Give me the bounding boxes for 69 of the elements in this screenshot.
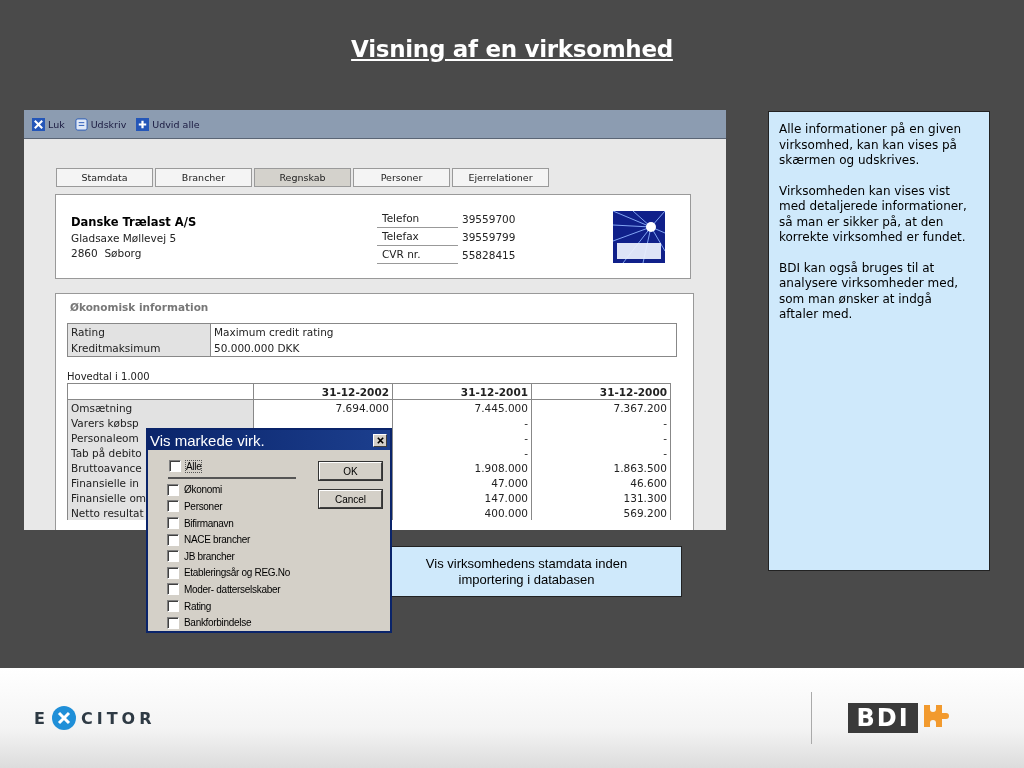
- checkbox[interactable]: [167, 550, 179, 563]
- table-cell: 7.445.000: [392, 399, 532, 415]
- checkbox-row[interactable]: Bankforbindelse: [167, 614, 317, 631]
- checkbox[interactable]: [167, 500, 179, 513]
- detail-label: Telefon: [377, 209, 458, 228]
- toolbar-button[interactable]: Luk: [32, 117, 65, 131]
- plus-icon: [136, 117, 150, 131]
- tab[interactable]: Brancher: [155, 168, 252, 187]
- checkbox[interactable]: [167, 483, 179, 496]
- close-icon: [32, 117, 45, 131]
- table-cell: 131.300: [531, 490, 671, 505]
- tab[interactable]: Ejerrelationer: [452, 168, 549, 187]
- checkbox-row[interactable]: JB brancher: [167, 547, 317, 565]
- checkbox[interactable]: [167, 566, 179, 579]
- tab[interactable]: Regnskab: [254, 168, 351, 187]
- checkbox-row[interactable]: Etableringsår og REG.No: [167, 564, 317, 582]
- table-cell: -: [531, 445, 671, 460]
- column-header: 31-12-2002: [253, 383, 393, 400]
- table-cell: -: [531, 415, 671, 430]
- checkbox-row[interactable]: Moder- datterselskaber: [167, 581, 317, 598]
- detail-label: CVR nr.: [377, 245, 458, 264]
- company-name: Danske Trælast A/S: [71, 214, 198, 229]
- detail-value: 39559799: [461, 230, 516, 243]
- cancel-button[interactable]: Cancel: [319, 490, 382, 508]
- table-cell: 569.200: [531, 505, 671, 520]
- table-caption: Hovedtal i 1.000: [67, 371, 151, 382]
- detail-label: Telefax: [377, 227, 458, 246]
- company-address: Gladsaxe Møllevej 5: [71, 231, 178, 244]
- section-title: Økonomisk information: [70, 301, 210, 313]
- table-cell: 50.000.000 DKK: [210, 340, 677, 357]
- logo-text: BDI: [848, 703, 918, 733]
- toolbar-button[interactable]: Udskriv: [74, 117, 127, 131]
- close-icon: [375, 435, 385, 445]
- company-city: 2860 Søborg: [71, 246, 143, 259]
- table-cell: 46.600: [531, 475, 671, 490]
- close-button[interactable]: [373, 433, 387, 447]
- tab[interactable]: Personer: [353, 168, 450, 187]
- table-cell: Kreditmaksimum: [67, 340, 211, 357]
- checkbox[interactable]: [167, 583, 179, 596]
- checkbox[interactable]: [167, 517, 179, 530]
- tab[interactable]: Stamdata: [56, 168, 153, 187]
- document-icon: [74, 117, 88, 131]
- table-cell: Maximum credit rating: [210, 323, 677, 340]
- note-paragraph: Alle informationer på en given virksomhed, kan kan vises på skærmen og udskrives.: [779, 122, 963, 169]
- table-cell: Rating: [67, 323, 211, 340]
- logo-text: CITOR: [80, 708, 156, 728]
- column-header: 31-12-2000: [531, 383, 671, 400]
- checkbox[interactable]: [169, 460, 181, 473]
- table-cell: 1.863.500: [531, 460, 671, 475]
- checkbox-row[interactable]: NACE brancher: [167, 531, 317, 548]
- checkbox[interactable]: [167, 600, 179, 613]
- detail-value: 55828415: [461, 248, 516, 261]
- logo-drawing: [613, 210, 666, 263]
- column-header: 31-12-2001: [392, 383, 532, 400]
- x-circle-icon: [51, 706, 76, 730]
- ok-button[interactable]: OK: [319, 462, 382, 480]
- checkbox[interactable]: [167, 616, 179, 629]
- logo-text: E: [34, 708, 49, 728]
- note-paragraph: Virksomheden kan vises vist med detaljerede informationer, så man er sikker på, at den korrekte virksomhed er fundet.: [779, 183, 968, 246]
- table-cell: 7.367.200: [531, 399, 671, 415]
- table-cell: -: [531, 430, 671, 445]
- slide-title: Visning af en virksomhed: [351, 36, 673, 62]
- toolbar-button[interactable]: Udvid alle: [136, 117, 200, 131]
- checkbox[interactable]: [167, 533, 179, 546]
- callout-text: Vis virksomhedens stamdata inden importering i databasen: [424, 556, 629, 587]
- table-cell: Varers købsp: [67, 415, 254, 430]
- detail-value: 39559700: [461, 212, 516, 225]
- note-paragraph: BDI kan også bruges til at analysere virksomheder med, som man ønsker at indgå aftaler med.: [779, 260, 960, 323]
- checkbox-row[interactable]: Rating: [167, 597, 317, 615]
